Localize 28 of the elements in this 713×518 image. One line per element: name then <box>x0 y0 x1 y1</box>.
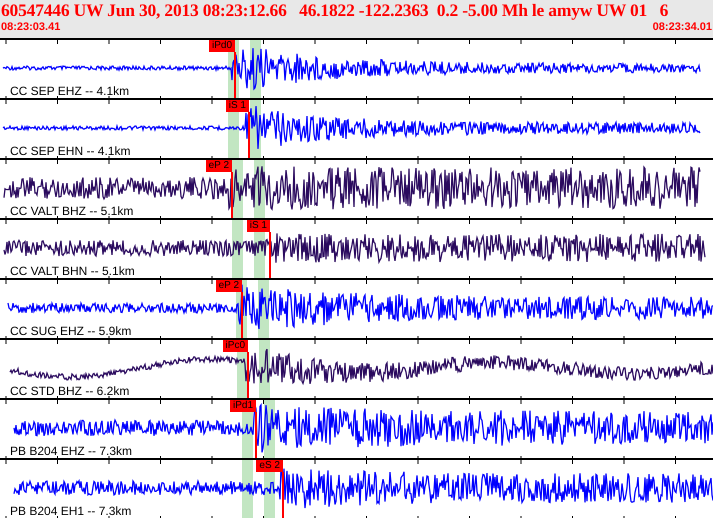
pick-label[interactable]: iPd1 <box>230 400 256 412</box>
station-label: PB B204 EHZ -- 7.3km <box>10 445 132 458</box>
station-label: CC SUG EHZ -- 5.9km <box>10 325 132 338</box>
pick-label[interactable]: iPd0 <box>208 40 235 52</box>
pick-line[interactable] <box>248 112 250 158</box>
station-label: CC SEP EHZ -- 4.1km <box>10 85 130 98</box>
pick-label[interactable]: iS 1 <box>246 220 270 232</box>
pick-label[interactable]: eP 2 <box>206 160 232 172</box>
pick-line[interactable] <box>241 292 243 338</box>
station-label: PB B204 EH1 -- 7.3km <box>10 505 132 518</box>
pick-label[interactable]: iPc0 <box>222 340 248 352</box>
end-time: 08:23:34.01 <box>652 21 712 33</box>
pick-line[interactable] <box>247 352 249 398</box>
station-label: CC STD BHZ -- 6.2km <box>10 385 130 398</box>
pick-label[interactable]: eS 2 <box>256 460 283 472</box>
pick-line[interactable] <box>269 232 271 278</box>
station-label: CC VALT BHN -- 5.1km <box>10 265 135 278</box>
pick-line[interactable] <box>234 52 236 98</box>
pick-label[interactable]: eP 2 <box>216 280 242 292</box>
station-label: CC SEP EHN -- 4.1km <box>10 145 130 158</box>
pick-line[interactable] <box>255 412 257 458</box>
pick-line[interactable] <box>282 472 284 518</box>
time-window-band <box>242 460 253 518</box>
pick-label[interactable]: iS 1 <box>226 100 249 112</box>
start-time: 08:23:03.41 <box>1 21 60 33</box>
event-summary: 60547446 UW Jun 30, 2013 08:23:12.66 46.1822 -122.2363 0.2 -5.00 Mh le amyw UW 01 6 <box>0 0 670 21</box>
pick-line[interactable] <box>231 172 233 218</box>
station-label: CC VALT BHZ -- 5.1km <box>10 205 134 218</box>
